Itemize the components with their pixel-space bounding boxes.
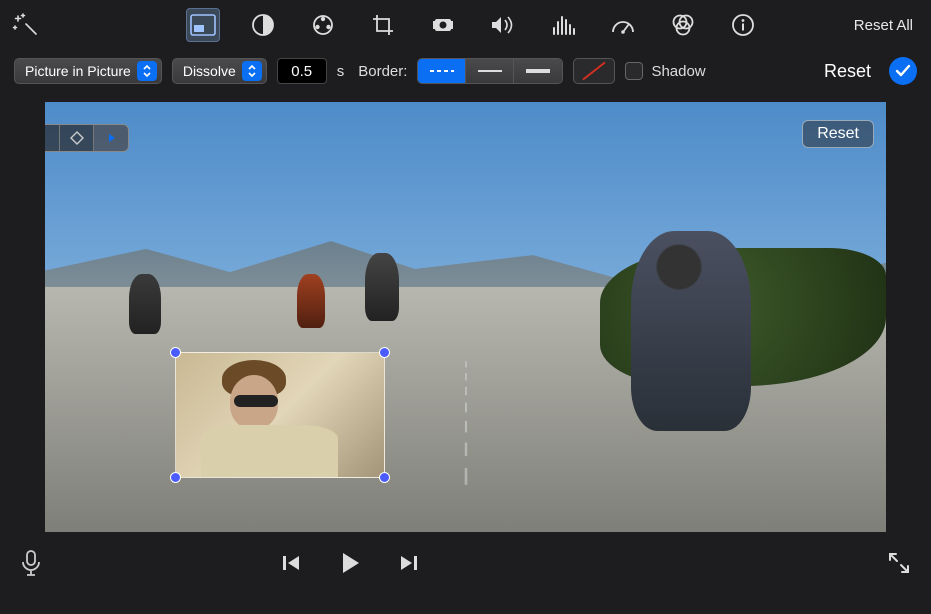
nav-next-button[interactable]	[94, 125, 128, 151]
resize-handle-br[interactable]	[379, 472, 390, 483]
resize-handle-bl[interactable]	[170, 472, 181, 483]
chevron-updown-icon	[137, 61, 157, 81]
crop-button[interactable]	[366, 8, 400, 42]
nav-prev-button[interactable]	[45, 125, 60, 151]
volume-button[interactable]	[486, 8, 520, 42]
border-style-segmented[interactable]	[417, 58, 563, 84]
voiceover-mic-button[interactable]	[20, 549, 50, 577]
overlay-mode-value: Picture in Picture	[25, 63, 131, 79]
prev-frame-button[interactable]	[281, 553, 303, 573]
reset-all-button[interactable]: Reset All	[854, 17, 921, 34]
apply-button[interactable]	[889, 57, 917, 85]
border-thick-option[interactable]	[514, 59, 562, 83]
play-button[interactable]	[337, 550, 363, 576]
border-color-well[interactable]	[573, 58, 615, 84]
border-label: Border:	[358, 63, 407, 80]
fullscreen-button[interactable]	[881, 551, 911, 575]
duration-unit: s	[337, 63, 345, 80]
viewer-reset-button[interactable]: Reset	[802, 120, 874, 148]
viewer-nav-controls	[45, 124, 129, 152]
pip-clip[interactable]	[175, 352, 385, 478]
enhance-wand-icon[interactable]	[10, 10, 40, 40]
info-button[interactable]	[726, 8, 760, 42]
noise-reduction-button[interactable]	[546, 8, 580, 42]
filters-button[interactable]	[666, 8, 700, 42]
overlay-mode-dropdown[interactable]: Picture in Picture	[14, 58, 162, 84]
color-correction-button[interactable]	[306, 8, 340, 42]
chevron-updown-icon	[242, 61, 262, 81]
shadow-label: Shadow	[651, 63, 705, 80]
transition-dropdown[interactable]: Dissolve	[172, 58, 267, 84]
shadow-checkbox[interactable]	[625, 62, 643, 80]
video-overlay-button[interactable]	[186, 8, 220, 42]
preview-viewer[interactable]: Reset	[45, 102, 886, 532]
color-balance-button[interactable]	[246, 8, 280, 42]
next-frame-button[interactable]	[397, 553, 419, 573]
nav-fit-button[interactable]	[60, 125, 94, 151]
resize-handle-tl[interactable]	[170, 347, 181, 358]
duration-field[interactable]: 0.5	[277, 58, 327, 84]
speed-button[interactable]	[606, 8, 640, 42]
transition-value: Dissolve	[183, 63, 236, 79]
reset-button[interactable]: Reset	[824, 61, 871, 82]
border-thin-option[interactable]	[466, 59, 514, 83]
stabilization-button[interactable]	[426, 8, 460, 42]
border-none-option[interactable]	[418, 59, 466, 83]
resize-handle-tr[interactable]	[379, 347, 390, 358]
